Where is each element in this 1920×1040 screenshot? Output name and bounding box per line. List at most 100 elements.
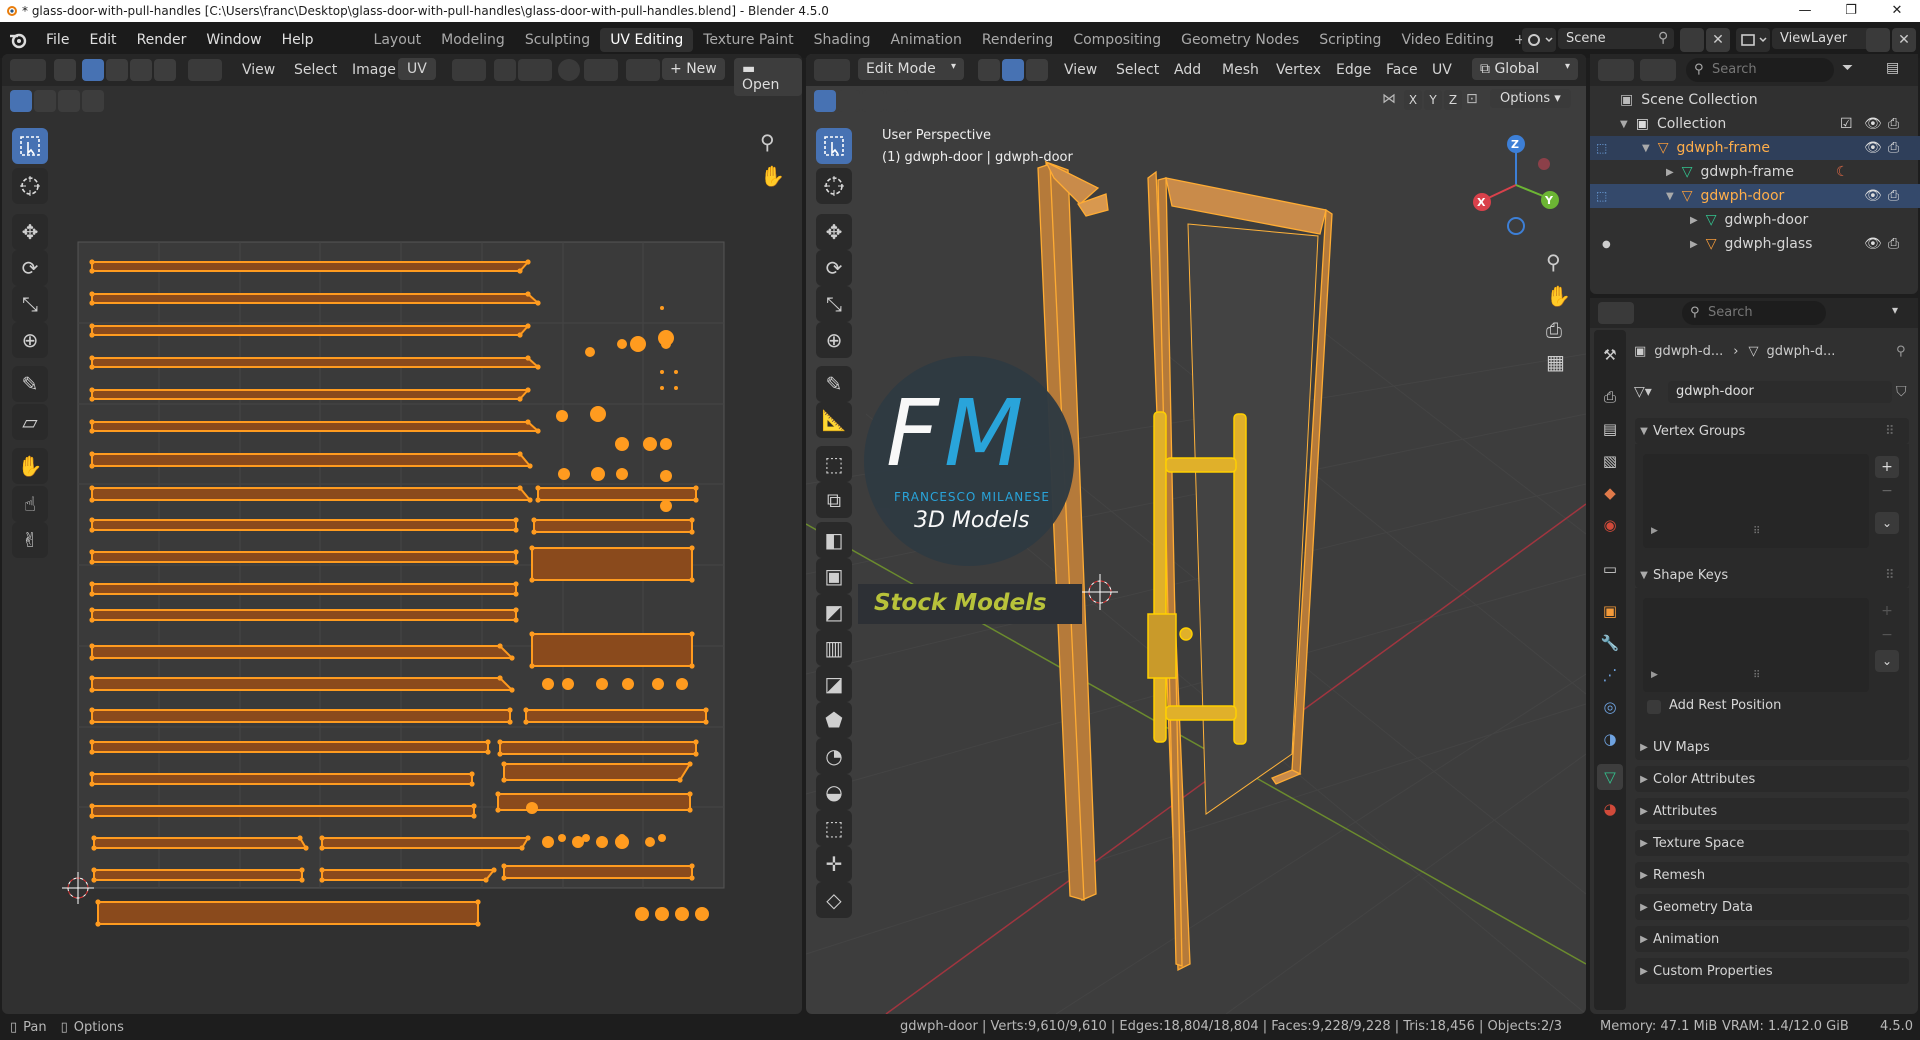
fake-user-shield-icon[interactable]: ⛉ [1896,384,1907,400]
blender-menu-icon[interactable] [0,30,36,50]
tab-video-editing[interactable]: Video Editing [1391,28,1503,52]
visibility-eye-icon[interactable]: 👁 [1864,236,1882,252]
minimize-button[interactable]: — [1782,0,1828,22]
remove-vertex-group-button[interactable]: − [1875,480,1899,502]
new-collection-icon[interactable]: ▤ [1886,60,1908,80]
spin-tool[interactable]: ◔ [816,738,852,774]
drag-handle-icon[interactable]: ⠿ [1885,424,1895,439]
tab-uv-editing[interactable]: UV Editing [600,28,694,52]
outliner-row-collection[interactable]: ▼ ▣ Collection ☑ 👁 ⎙ [1590,112,1920,136]
tab-output-icon[interactable]: ▤ [1597,416,1623,442]
loop-cut-tool[interactable]: ▥ [816,630,852,666]
tab-view-layer-icon[interactable]: ▧ [1597,448,1623,474]
properties-search-input[interactable]: ⚲ Search [1682,301,1826,325]
tab-physics-icon[interactable]: ◎ [1597,694,1623,720]
exclude-checkbox[interactable]: ☑ [1840,116,1853,132]
add-vertex-group-button[interactable]: + [1875,456,1899,478]
expand-chevron-icon[interactable]: ▼ [1666,191,1674,202]
filter-icon[interactable]: ⏷ [1842,60,1878,80]
viewlayer-name-field[interactable]: ViewLayer [1772,28,1878,49]
panel-animation[interactable]: ▶ Animation [1635,926,1909,952]
menu-window[interactable]: Window [196,32,271,48]
panel-geometry-data[interactable]: ▶ Geometry Data [1635,894,1909,920]
visibility-eye-icon[interactable]: 👁 [1864,116,1882,132]
panel-color-attributes[interactable]: ▶ Color Attributes [1635,766,1909,792]
tab-rendering[interactable]: Rendering [972,28,1064,52]
tab-modeling[interactable]: Modeling [431,28,515,52]
extrude-tool[interactable]: ◧ [816,522,852,558]
expand-chevron-icon[interactable]: ▶ [1690,215,1698,226]
cursor-tool[interactable] [816,168,852,204]
outliner-row-gdwph-door-mesh[interactable]: ▶ ▽ gdwph-door [1590,208,1920,232]
outliner-row-gdwph-frame[interactable]: ⬚ ▼ ▽ gdwph-frame 👁 ⎙ [1590,136,1920,160]
mesh-browse-icon[interactable]: ▽▾ [1634,384,1668,400]
menu-file[interactable]: File [36,32,79,48]
resize-grip-icon[interactable]: ⠿ [1753,670,1760,681]
panel-vertex-groups-header[interactable]: ▼ Vertex Groups ⠿ [1635,418,1909,444]
panel-uv-maps[interactable]: ▶ UV Maps [1635,734,1909,760]
edge-slide-tool[interactable]: ⬚ [816,810,852,846]
panel-remesh[interactable]: ▶ Remesh [1635,862,1909,888]
vertex-groups-list[interactable]: ▶ ⠿ [1643,454,1869,548]
panel-attributes[interactable]: ▶ Attributes [1635,798,1909,824]
tab-layout[interactable]: Layout [364,28,432,52]
chevron-down-icon[interactable]: ▾ [1892,303,1898,317]
annotate-tool[interactable]: ✎ [816,366,852,402]
scene-selector-icon[interactable] [1522,28,1556,52]
add-mesh-tool[interactable]: ⧉ [816,482,852,518]
render-camera-icon[interactable]: ⎙ [1888,236,1899,252]
move-tool[interactable]: ✥ [816,214,852,250]
tab-compositing[interactable]: Compositing [1063,28,1171,52]
zoom-icon[interactable]: ⚲ [1546,250,1561,274]
ortho-toggle-icon[interactable]: ▦ [1546,350,1565,374]
smooth-tool[interactable]: ◒ [816,774,852,810]
tab-animation[interactable]: Animation [880,28,971,52]
render-camera-icon[interactable]: ⎙ [1888,140,1899,156]
panel-custom-properties[interactable]: ▶ Custom Properties [1635,958,1909,984]
render-camera-icon[interactable]: ⎙ [1888,116,1899,132]
new-viewlayer-icon[interactable] [1866,28,1890,52]
edit-mode-icon[interactable]: ⬚ [1596,141,1607,155]
outliner-row-gdwph-frame-mesh[interactable]: ▶ ▽ gdwph-frame ☾ [1590,160,1920,184]
tab-object-icon[interactable]: ▣ [1597,598,1623,624]
add-shape-key-button[interactable]: + [1875,600,1899,622]
uv-canvas[interactable] [2,54,802,1014]
scale-tool[interactable]: ⤡ [816,286,852,322]
inset-tool[interactable]: ▣ [816,558,852,594]
display-mode-icon[interactable] [1640,59,1676,81]
mesh-name-field[interactable]: gdwph-door [1668,381,1892,403]
expand-chevron-icon[interactable]: ▼ [1620,119,1628,130]
panel-texture-space[interactable]: ▶ Texture Space [1635,830,1909,856]
tab-render-icon[interactable]: ⎙ [1597,384,1623,410]
poly-build-tool[interactable]: ⬟ [816,702,852,738]
pin-icon[interactable]: ⚲ [1658,30,1676,50]
outliner-row-gdwph-glass[interactable]: ● ▶ ▽ gdwph-glass 👁 ⎙ [1590,232,1920,256]
new-scene-icon[interactable] [1680,28,1704,52]
resize-grip-icon[interactable]: ⠿ [1753,526,1760,537]
add-rest-position-checkbox[interactable] [1647,700,1661,714]
tab-constraints-icon[interactable]: ◑ [1597,726,1623,752]
delete-viewlayer-icon[interactable]: ✕ [1892,28,1916,52]
tab-mesh-data-icon[interactable]: ▽ [1597,764,1623,790]
expand-chevron-icon[interactable]: ▶ [1690,239,1698,250]
tab-modifiers-icon[interactable]: 🔧 [1597,630,1623,656]
tab-geometry-nodes[interactable]: Geometry Nodes [1171,28,1309,52]
rotate-tool[interactable]: ⟳ [816,250,852,286]
vertex-group-specials-icon[interactable]: ⌄ [1875,512,1899,534]
delete-scene-icon[interactable]: ✕ [1706,28,1730,52]
menu-help[interactable]: Help [272,32,324,48]
pin-icon[interactable]: ⚲ [1896,344,1906,359]
close-button[interactable]: ✕ [1874,0,1920,22]
edit-mode-icon[interactable]: ⬚ [1596,189,1607,203]
drag-handle-icon[interactable]: ⠿ [1885,568,1895,583]
tab-world-icon[interactable]: ◉ [1597,512,1623,538]
outliner-row-gdwph-door[interactable]: ⬚ ▼ ▽ gdwph-door 👁 ⎙ [1590,184,1920,208]
camera-view-icon[interactable]: ⎙ [1546,318,1562,342]
select-box-tool[interactable] [816,128,852,164]
tab-collection-icon[interactable]: ▭ [1597,556,1623,582]
viewlayer-selector-icon[interactable] [1736,28,1770,52]
knife-tool[interactable]: ◪ [816,666,852,702]
expand-chevron-icon[interactable]: ▼ [1642,143,1650,154]
bevel-tool[interactable]: ◩ [816,594,852,630]
visibility-eye-icon[interactable]: 👁 [1864,140,1882,156]
